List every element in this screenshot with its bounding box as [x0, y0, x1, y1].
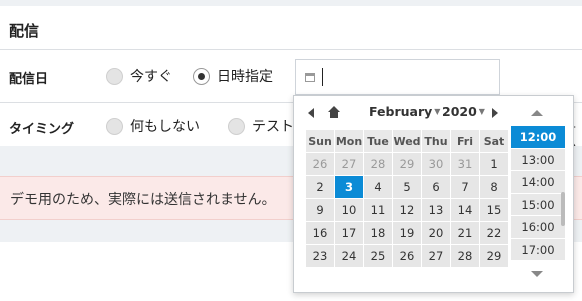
calendar-day[interactable]: 5 — [392, 175, 422, 199]
time-list: 12:00 13:00 14:00 15:00 16:00 17:00 — [511, 126, 565, 263]
calendar-week-row: 26 27 28 29 30 31 1 — [305, 152, 509, 176]
calendar-week-row: 23 24 25 26 27 28 29 — [305, 244, 509, 268]
calendar-day[interactable]: 27 — [334, 152, 364, 176]
calendar-day[interactable]: 3 — [334, 175, 364, 199]
month-select[interactable]: February ▼ — [369, 104, 440, 119]
year-select[interactable]: 2020 ▼ — [442, 104, 485, 119]
calendar-day[interactable]: 28 — [363, 152, 393, 176]
weekday-header: Thu — [421, 129, 451, 153]
chevron-down-icon: ▼ — [434, 107, 441, 116]
calendar-day[interactable]: 24 — [334, 244, 364, 268]
time-scrollbar[interactable] — [561, 192, 565, 226]
calendar-day[interactable]: 26 — [392, 244, 422, 268]
time-option[interactable]: 16:00 — [511, 216, 565, 239]
text-cursor — [322, 68, 323, 86]
calendar-day[interactable]: 6 — [421, 175, 451, 199]
calendar-day[interactable]: 31 — [450, 152, 480, 176]
time-option[interactable]: 17:00 — [511, 238, 565, 261]
calendar-day[interactable]: 29 — [479, 244, 509, 268]
weekday-header: Sun — [305, 129, 335, 153]
month-select-label: February — [369, 104, 433, 119]
radio-circle[interactable] — [106, 67, 123, 85]
section-title: 配信 — [9, 22, 40, 40]
next-month-icon[interactable] — [492, 108, 498, 118]
demo-notice-text: デモ用のため、実際には送信されません。 — [10, 192, 276, 208]
calendar-day[interactable]: 29 — [392, 152, 422, 176]
radio-datetime[interactable]: 日時指定 — [193, 66, 273, 86]
chevron-down-icon: ▼ — [478, 107, 485, 116]
calendar-day[interactable]: 22 — [479, 221, 509, 245]
calendar-week-row: 9 10 11 12 13 14 15 — [305, 198, 509, 222]
time-option[interactable]: 13:00 — [511, 148, 565, 171]
calendar-day[interactable]: 15 — [479, 198, 509, 222]
calendar-day[interactable]: 23 — [305, 244, 335, 268]
calendar-day[interactable]: 12 — [392, 198, 422, 222]
calendar-day[interactable]: 25 — [363, 244, 393, 268]
calendar-day[interactable]: 18 — [363, 221, 393, 245]
calendar-day[interactable]: 7 — [450, 175, 480, 199]
calendar-body: 26 27 28 29 30 31 1 2 3 4 5 6 7 8 9 10 11 12 13 14 15 16 17 18 1… — [305, 152, 509, 268]
radio-now-label: 今すぐ — [130, 69, 172, 85]
date-input[interactable] — [295, 59, 500, 95]
calendar-day[interactable]: 21 — [450, 221, 480, 245]
calendar-day[interactable]: 4 — [363, 175, 393, 199]
weekday-header: Sat — [479, 129, 509, 153]
calendar-icon — [305, 73, 315, 82]
weekday-header: Mon — [334, 129, 364, 153]
timing-label: タイミング — [9, 122, 75, 137]
calendar-day[interactable]: 8 — [479, 175, 509, 199]
calendar-day[interactable]: 30 — [421, 152, 451, 176]
calendar-day[interactable]: 26 — [305, 152, 335, 176]
calendar-day[interactable]: 2 — [305, 175, 335, 199]
radio-do-nothing[interactable]: 何もしない — [106, 116, 200, 136]
weekday-header: Tue — [363, 129, 393, 153]
divider — [0, 49, 582, 50]
weekday-header: Wed — [392, 129, 422, 153]
calendar-grid: Sun Mon Tue Wed Thu Fri Sat 26 27 28 29 30 31 1 2 3 4 5 6… — [305, 129, 509, 268]
calendar-day[interactable]: 16 — [305, 221, 335, 245]
time-option[interactable]: 15:00 — [511, 193, 565, 216]
calendar-week-row: 2345678 — [305, 175, 509, 199]
calendar-day[interactable]: 10 — [334, 198, 364, 222]
time-option[interactable]: 14:00 — [511, 171, 565, 194]
radio-datetime-label: 日時指定 — [217, 69, 273, 85]
time-scroll-up-icon[interactable] — [531, 110, 543, 116]
radio-do-nothing-label: 何もしない — [130, 119, 200, 135]
time-scroll-down-icon[interactable] — [531, 271, 543, 277]
calendar-day[interactable]: 11 — [363, 198, 393, 222]
calendar-day[interactable]: 20 — [421, 221, 451, 245]
home-icon[interactable] — [328, 106, 340, 118]
radio-circle-checked[interactable] — [193, 67, 210, 85]
calendar-day[interactable]: 28 — [450, 244, 480, 268]
prev-month-icon[interactable] — [308, 108, 314, 118]
delivery-date-label: 配信日 — [9, 72, 49, 87]
calendar-day[interactable]: 14 — [450, 198, 480, 222]
radio-circle[interactable] — [106, 117, 123, 135]
calendar-week-row: 16 17 18 19 20 21 22 — [305, 221, 509, 245]
weekday-header: Fri — [450, 129, 480, 153]
radio-now[interactable]: 今すぐ — [106, 66, 172, 86]
radio-test[interactable]: テスト — [228, 116, 294, 136]
datetime-picker: February ▼ 2020 ▼ Sun Mon Tue Wed Thu Fri Sat 26… — [293, 95, 574, 293]
calendar-day[interactable]: 17 — [334, 221, 364, 245]
time-option[interactable]: 12:00 — [511, 126, 565, 149]
page: 配信 配信日 今すぐ 日時指定 タイミング 何もしない テスト その デモ用のた… — [0, 0, 582, 301]
year-select-label: 2020 — [442, 104, 477, 119]
radio-circle[interactable] — [228, 117, 245, 135]
calendar-day[interactable]: 9 — [305, 198, 335, 222]
weekday-header-row: Sun Mon Tue Wed Thu Fri Sat — [305, 129, 509, 153]
radio-test-label: テスト — [252, 119, 294, 135]
calendar-day[interactable]: 13 — [421, 198, 451, 222]
calendar-day[interactable]: 19 — [392, 221, 422, 245]
calendar-day[interactable]: 1 — [479, 152, 509, 176]
calendar-day[interactable]: 27 — [421, 244, 451, 268]
